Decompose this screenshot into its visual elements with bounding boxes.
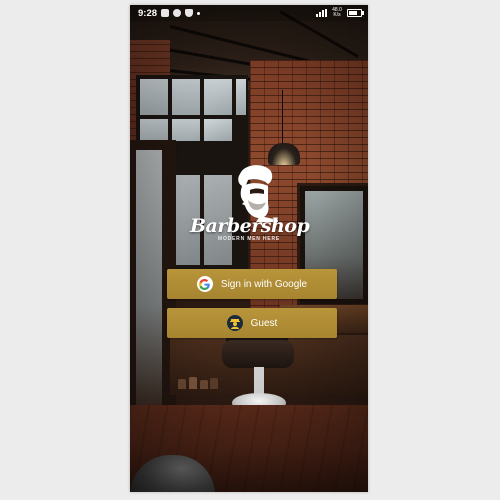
brand-name: Barbershop — [190, 215, 310, 237]
photo-icon — [161, 9, 170, 17]
sign-in-with-google-label: Sign in with Google — [220, 278, 308, 290]
sign-in-with-google-button[interactable]: Sign in with Google — [167, 269, 337, 299]
status-time: 9:28 — [138, 7, 158, 19]
network-speed: 48.0 K/s — [332, 7, 342, 18]
phone-screen: 9:28 48.0 K/s Barbershop MODERN MEN HERE… — [130, 5, 368, 492]
status-bar: 9:28 48.0 K/s — [130, 5, 368, 21]
bearded-man-icon — [238, 165, 278, 222]
signal-icon — [316, 9, 327, 17]
soccer-icon — [173, 9, 182, 17]
battery-icon — [347, 9, 364, 17]
guest-button[interactable]: Guest — [167, 308, 337, 338]
shield-icon — [185, 9, 194, 17]
guest-user-icon — [226, 315, 243, 331]
google-icon — [196, 276, 213, 292]
guest-label: Guest — [250, 317, 278, 329]
barbershop-logo: Barbershop MODERN MEN HERE — [190, 160, 310, 252]
dot-icon — [197, 11, 201, 15]
page-background: 9:28 48.0 K/s Barbershop MODERN MEN HERE… — [0, 0, 500, 500]
